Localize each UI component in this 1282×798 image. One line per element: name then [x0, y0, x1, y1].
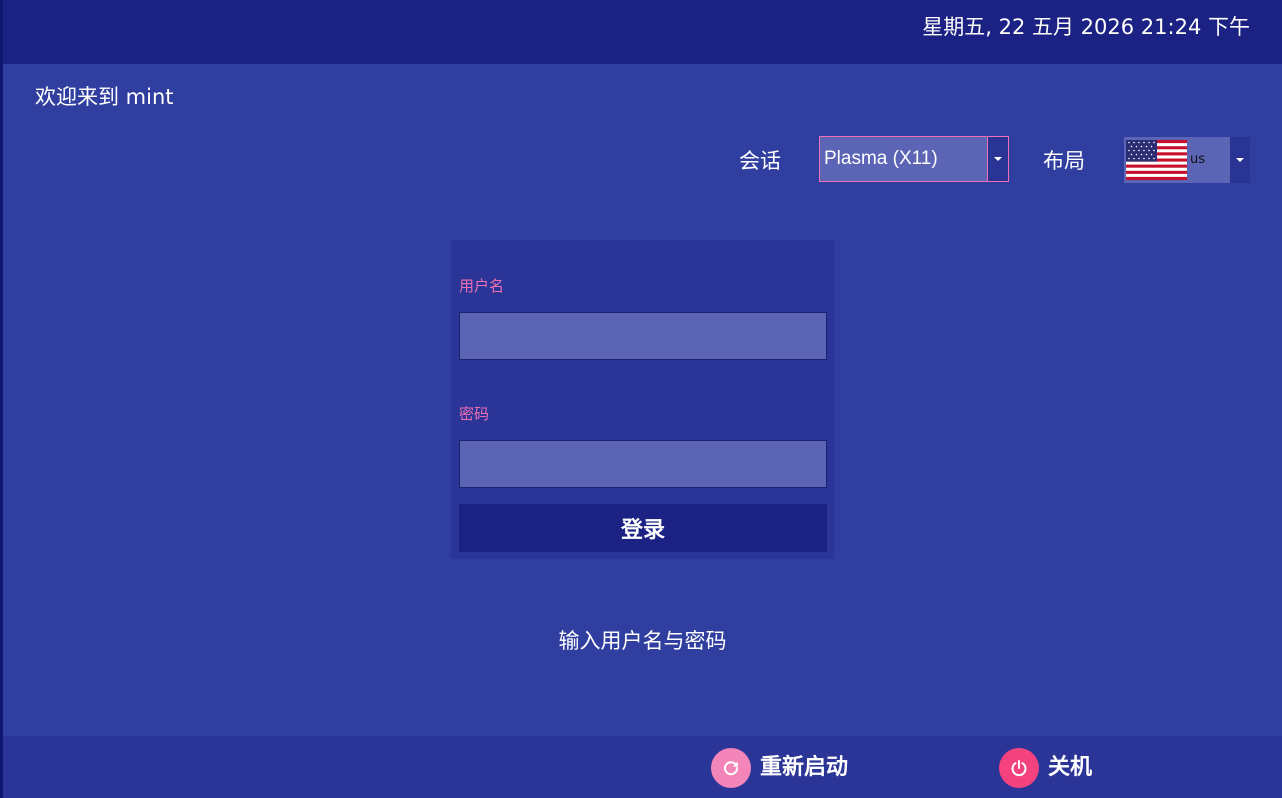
- shutdown-button[interactable]: 关机: [999, 748, 1092, 788]
- restart-icon: [711, 748, 751, 788]
- layout-label: 布局: [1043, 149, 1085, 173]
- username-input[interactable]: [459, 312, 827, 360]
- clock: 星期五, 22 五月 2026 21:24 下午: [922, 15, 1250, 39]
- caret-down-icon: [1236, 158, 1244, 162]
- welcome-text: 欢迎来到 mint: [35, 85, 174, 109]
- session-value: Plasma (X11): [824, 148, 938, 169]
- login-button[interactable]: 登录: [459, 504, 827, 552]
- left-edge: [0, 0, 3, 798]
- password-label: 密码: [459, 405, 490, 423]
- session-dropdown-button[interactable]: [987, 137, 1008, 181]
- restart-label: 重新启动: [760, 755, 849, 780]
- top-bar: 星期五, 22 五月 2026 21:24 下午: [3, 0, 1282, 64]
- restart-button[interactable]: 重新启动: [711, 748, 848, 788]
- username-label: 用户名: [459, 277, 505, 295]
- layout-select[interactable]: us: [1124, 137, 1250, 183]
- login-panel: 用户名 密码 登录: [451, 240, 834, 559]
- login-screen: 星期五, 22 五月 2026 21:24 下午 欢迎来到 mint 会话 Pl…: [0, 0, 1282, 798]
- session-select[interactable]: Plasma (X11): [819, 136, 1009, 182]
- layout-code: us: [1190, 152, 1206, 167]
- shutdown-label: 关机: [1048, 755, 1093, 780]
- power-icon: [999, 748, 1039, 788]
- login-hint: 输入用户名与密码: [558, 629, 727, 653]
- session-label: 会话: [739, 149, 781, 173]
- us-flag-icon: [1126, 140, 1187, 180]
- layout-dropdown-button[interactable]: [1230, 137, 1250, 183]
- password-input[interactable]: [459, 440, 827, 488]
- caret-down-icon: [994, 157, 1002, 161]
